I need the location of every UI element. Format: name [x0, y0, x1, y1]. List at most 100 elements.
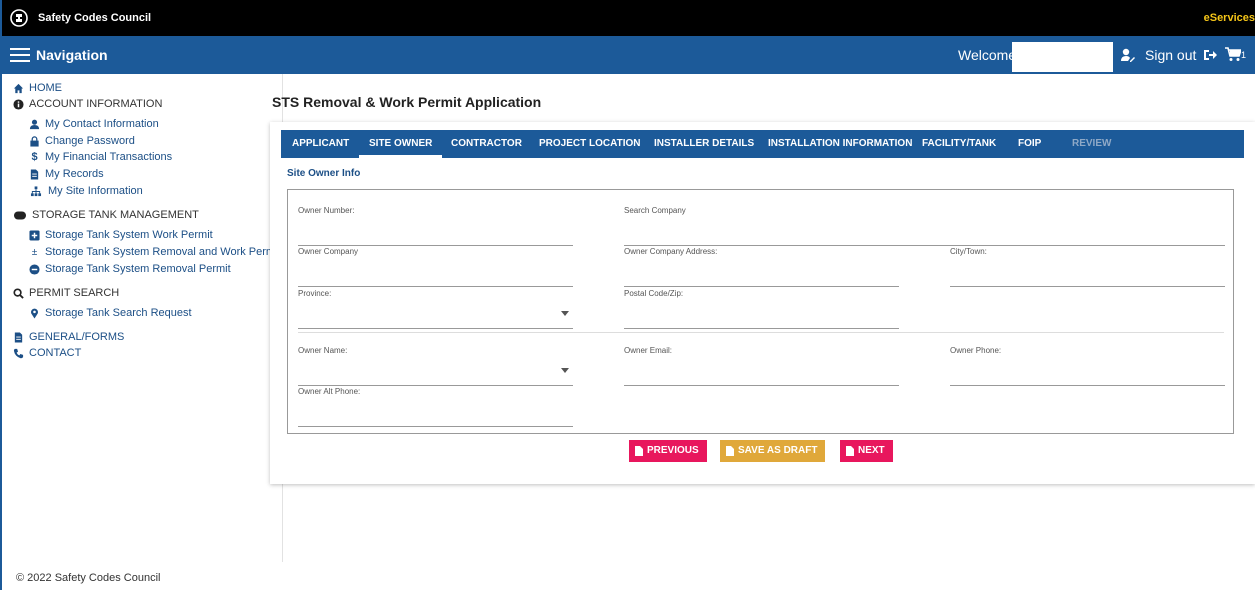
previous-button[interactable]: PREVIOUS [629, 440, 707, 462]
cart-icon[interactable] [1225, 47, 1241, 62]
info-circle-icon [13, 98, 24, 110]
site-owner-form: Owner Number: Search Company Owner Compa… [287, 189, 1234, 434]
postal-code-field[interactable]: Postal Code/Zip: [624, 289, 899, 329]
tab-facility-tank[interactable]: FACILITY/TANK [922, 130, 996, 158]
search-company-label: Search Company [624, 206, 686, 215]
user-name-box [1012, 42, 1113, 72]
sidebar-heading-permit-search[interactable]: PERMIT SEARCH [13, 287, 119, 299]
app-frame: Safety Codes Council eServices Navigatio… [0, 0, 1255, 590]
province-select[interactable]: Province: [298, 289, 573, 329]
sidebar-item-my-records[interactable]: My Records [29, 168, 104, 180]
tab-installer-details[interactable]: INSTALLER DETAILS [654, 130, 754, 158]
sidebar-item-change-password[interactable]: Change Password [29, 135, 135, 147]
sign-out-link[interactable]: Sign out [1145, 47, 1196, 63]
brand-name: Safety Codes Council [38, 12, 152, 24]
sidebar-heading-storage-tank[interactable]: STORAGE TANK MANAGEMENT [13, 209, 199, 221]
sidebar-item-label: Storage Tank System Removal Permit [45, 263, 231, 275]
welcome-label: Welcome, [958, 47, 1020, 63]
tab-contractor[interactable]: CONTRACTOR [451, 130, 522, 158]
sidebar-heading-label: PERMIT SEARCH [29, 287, 120, 299]
sidebar-heading-label: STORAGE TANK MANAGEMENT [32, 209, 199, 221]
postal-code-label: Postal Code/Zip: [624, 289, 684, 298]
save-draft-button-label: SAVE AS DRAFT [738, 445, 818, 456]
footer-copyright: © 2022 Safety Codes Council [16, 572, 161, 584]
application-card: APPLICANT SITE OWNER CONTRACTOR PROJECT … [270, 122, 1255, 484]
tab-project-location[interactable]: PROJECT LOCATION [539, 130, 640, 158]
page-title: STS Removal & Work Permit Application [272, 94, 542, 110]
minus-circle-icon [29, 263, 40, 275]
owner-number-field[interactable]: Owner Number: [298, 206, 573, 246]
user-icon [29, 119, 40, 129]
sidebar-item-search-request[interactable]: Storage Tank Search Request [29, 307, 192, 319]
hamburger-menu-icon[interactable] [10, 48, 30, 62]
home-icon [13, 83, 24, 93]
owner-email-label: Owner Email: [624, 346, 673, 355]
sidebar: HOME ACCOUNT INFORMATION My Contact Info… [4, 74, 283, 562]
file-icon [30, 168, 39, 180]
sidebar-heading-account[interactable]: ACCOUNT INFORMATION [13, 98, 162, 110]
plus-minus-icon: ± [31, 246, 38, 258]
next-button[interactable]: NEXT [840, 440, 893, 462]
tab-foip[interactable]: FOIP [1018, 130, 1041, 158]
file-icon [635, 446, 643, 456]
user-edit-icon[interactable] [1120, 47, 1136, 63]
owner-phone-label: Owner Phone: [950, 346, 1002, 355]
owner-phone-field[interactable]: Owner Phone: [950, 346, 1225, 386]
owner-alt-phone-field[interactable]: Owner Alt Phone: [298, 387, 573, 427]
next-button-label: NEXT [858, 445, 885, 456]
file-icon [726, 446, 734, 456]
tab-applicant[interactable]: APPLICANT [292, 130, 349, 158]
sidebar-item-label: Storage Tank System Removal and Work Per… [45, 246, 278, 258]
lock-icon [30, 135, 39, 147]
sign-out-icon[interactable] [1203, 48, 1217, 62]
tab-installation-information[interactable]: INSTALLATION INFORMATION [768, 130, 912, 158]
section-title: Site Owner Info [287, 168, 361, 179]
owner-company-address-field[interactable]: Owner Company Address: [624, 247, 899, 287]
storage-tank-icon [14, 211, 26, 219]
sidebar-item-label: My Financial Transactions [45, 151, 173, 163]
save-draft-button[interactable]: SAVE AS DRAFT [720, 440, 826, 462]
step-tabs: APPLICANT SITE OWNER CONTRACTOR PROJECT … [281, 130, 1244, 158]
sidebar-item-site-information[interactable]: My Site Information [29, 185, 143, 197]
sidebar-item-work-permit[interactable]: Storage Tank System Work Permit [29, 229, 213, 241]
province-label: Province: [298, 289, 332, 298]
plus-square-icon [29, 229, 40, 241]
eservices-label[interactable]: eServices [1204, 12, 1255, 24]
sidebar-item-label: My Site Information [48, 185, 143, 197]
sidebar-item-label: My Contact Information [45, 118, 159, 130]
tab-site-owner[interactable]: SITE OWNER [358, 130, 443, 158]
sitemap-icon [30, 185, 42, 196]
sidebar-heading-label: ACCOUNT INFORMATION [29, 98, 163, 110]
tab-review[interactable]: REVIEW [1072, 130, 1111, 158]
dollar-icon: $ [31, 150, 38, 163]
city-town-label: City/Town: [950, 247, 987, 256]
file-icon [14, 331, 23, 343]
owner-email-field[interactable]: Owner Email: [624, 346, 899, 386]
sidebar-item-contact[interactable]: CONTACT [13, 347, 81, 359]
council-logo-icon [10, 9, 28, 27]
search-company-field[interactable]: Search Company [624, 206, 1225, 246]
owner-number-label: Owner Number: [298, 206, 355, 215]
sidebar-item-label: Change Password [45, 135, 135, 147]
owner-alt-phone-label: Owner Alt Phone: [298, 387, 361, 396]
sidebar-item-financial-transactions[interactable]: $ My Financial Transactions [29, 151, 172, 163]
search-icon [13, 287, 24, 299]
sidebar-item-removal-permit[interactable]: Storage Tank System Removal Permit [29, 263, 231, 275]
sidebar-item-label: Storage Tank System Work Permit [45, 229, 213, 241]
sidebar-item-removal-and-work-permit[interactable]: ± Storage Tank System Removal and Work P… [29, 246, 278, 258]
city-town-field[interactable]: City/Town: [950, 247, 1225, 287]
sidebar-item-label: Storage Tank Search Request [45, 307, 192, 319]
navigation-title[interactable]: Navigation [36, 47, 108, 63]
sidebar-item-general-forms[interactable]: GENERAL/FORMS [13, 331, 124, 343]
owner-company-label: Owner Company [298, 247, 359, 256]
owner-company-field[interactable]: Owner Company [298, 247, 573, 287]
file-icon [846, 446, 854, 456]
chevron-down-icon[interactable] [561, 368, 569, 373]
previous-button-label: PREVIOUS [647, 445, 699, 456]
chevron-down-icon[interactable] [561, 311, 569, 316]
form-divider [298, 332, 1224, 333]
owner-name-select[interactable]: Owner Name: [298, 346, 573, 386]
sidebar-item-contact-information[interactable]: My Contact Information [29, 118, 159, 130]
nav-bar: Navigation Welcome, Sign out 1 [2, 36, 1255, 74]
sidebar-item-home[interactable]: HOME [13, 82, 62, 94]
